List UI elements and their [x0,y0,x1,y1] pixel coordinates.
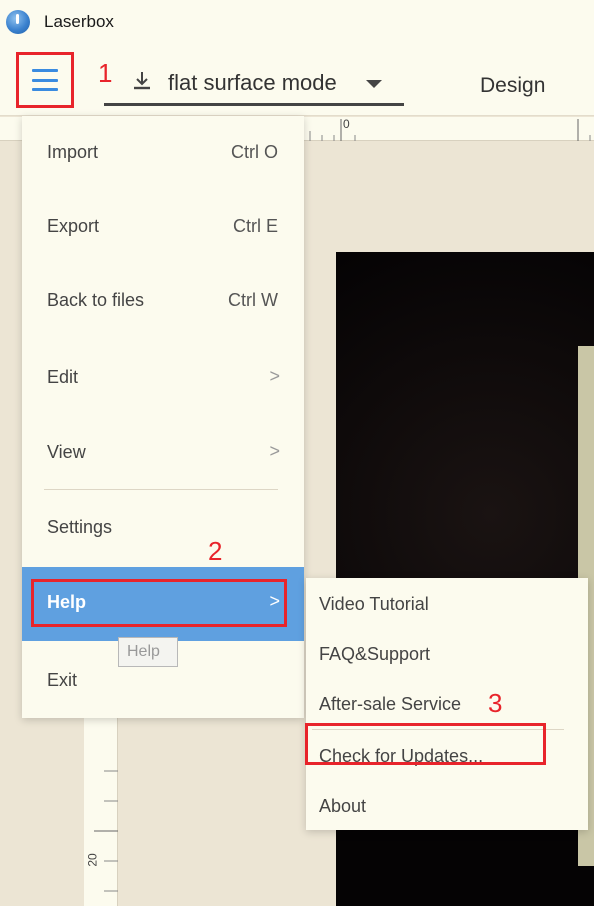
ruler-left-label: 20 [85,853,100,867]
chevron-right-icon: > [269,591,280,611]
menu-item-export[interactable]: Export Ctrl E [22,192,304,264]
menu-item-label: Edit [47,367,79,387]
tab-design[interactable]: Design [480,74,545,98]
chevron-right-icon: > [269,441,280,461]
help-submenu: Video Tutorial FAQ&Support After-sale Se… [305,578,588,830]
submenu-item-check-for-updates[interactable]: Check for Updates... [305,723,588,780]
annotation-step-2: 2 [208,536,223,566]
menu-separator [44,489,278,490]
submenu-item-about[interactable]: About [306,780,588,830]
submenu-item-video-tutorial[interactable]: Video Tutorial [306,578,588,628]
menu-item-label: Export [47,216,100,236]
mode-label: flat surface mode [168,70,337,95]
menu-item-settings[interactable]: Settings [22,493,304,565]
hamburger-menu-icon [32,69,58,91]
submenu-item-label: FAQ&Support [319,644,431,664]
menu-item-label: Import [47,142,99,162]
main-menu-button[interactable] [16,52,74,108]
title-bar: Laserbox [0,0,594,48]
menu-item-view[interactable]: View > [22,418,304,490]
menu-item-import[interactable]: Import Ctrl O [22,118,304,190]
ruler-top-zero-label: 0 [343,117,350,131]
help-tooltip: Help [118,637,178,667]
download-icon [134,72,150,90]
toolbar: 1 flat surface mode Design [0,48,594,116]
menu-item-shortcut: Ctrl O [231,142,278,162]
app-title: Laserbox [44,12,114,31]
menu-item-label: Back to files [47,290,145,310]
submenu-item-faq-support[interactable]: FAQ&Support [306,628,588,678]
menu-item-shortcut: Ctrl W [228,290,278,310]
caret-down-icon [366,80,382,88]
menu-item-label: View [47,442,86,462]
submenu-item-label: After-sale Service [319,694,462,714]
submenu-item-label: Video Tutorial [319,594,429,614]
submenu-item-label: About [319,796,367,816]
menu-item-label: Settings [47,517,113,537]
annotation-step-3: 3 [488,688,503,718]
chevron-right-icon: > [269,366,280,386]
mode-select[interactable]: flat surface mode [104,62,404,106]
submenu-item-after-sale-service[interactable]: After-sale Service [306,678,588,728]
main-menu: Import Ctrl O Export Ctrl E Back to file… [22,116,304,718]
menu-item-edit[interactable]: Edit > [22,343,304,415]
annotation-updates-outline [305,723,546,765]
menu-item-label: Exit [47,670,78,690]
menu-item-back-to-files[interactable]: Back to files Ctrl W [22,266,304,338]
menu-item-help[interactable]: Help > [22,567,304,641]
app-logo-icon [6,10,30,34]
menu-item-label: Help [47,592,87,612]
menu-item-shortcut: Ctrl E [233,216,278,236]
